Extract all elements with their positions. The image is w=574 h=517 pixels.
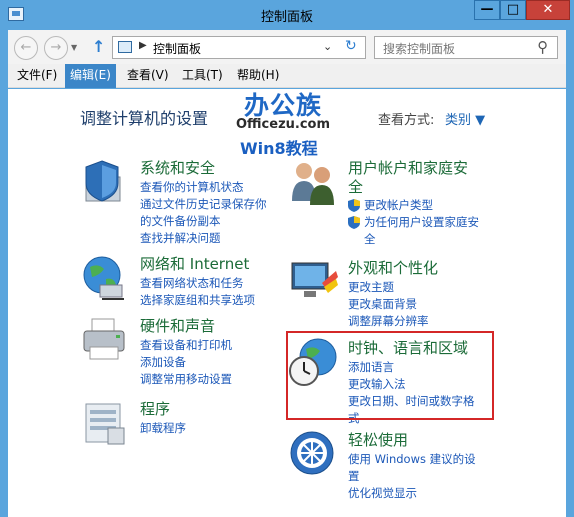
link-devices-printers[interactable]: 查看设备和打印机 (140, 337, 232, 354)
link-view-computer-status[interactable]: 查看你的计算机状态 (140, 179, 267, 196)
forward-button[interactable]: → (44, 36, 68, 60)
highlight-box (286, 331, 494, 420)
printer-icon[interactable] (80, 315, 132, 367)
category-title[interactable]: 系统和安全 (140, 157, 215, 178)
menu-view[interactable]: 查看(V) (122, 64, 174, 88)
back-button[interactable]: ← (14, 36, 38, 60)
programs-icon[interactable] (80, 398, 132, 450)
menu-edit[interactable]: 编辑(E) (65, 64, 116, 88)
link-add-device[interactable]: 添加设备 (140, 354, 232, 371)
watermark-domain: Officezu.com (236, 117, 331, 132)
up-arrow-icon: ↑ (92, 37, 106, 56)
category-title[interactable]: 轻松使用 (348, 429, 408, 450)
page-title: 调整计算机的设置 (80, 109, 209, 128)
menu-file[interactable]: 文件(F) (12, 64, 62, 88)
link-windows-recommended-settings[interactable]: 使用 Windows 建议的设 (348, 451, 476, 468)
address-bar[interactable]: ▶ 控制面板 ⌄ ↻ (112, 36, 366, 59)
search-input[interactable]: 搜索控制面板 ⚲ (374, 36, 558, 59)
users-icon[interactable] (288, 157, 340, 209)
link-windows-recommended-settings-wrap[interactable]: 置 (348, 468, 476, 485)
link-change-account-type[interactable]: 更改帐户类型 (348, 197, 479, 214)
link-network-status[interactable]: 查看网络状态和任务 (140, 275, 255, 292)
category-title[interactable]: 硬件和声音 (140, 315, 215, 336)
view-by-label: 查看方式: (378, 113, 435, 128)
link-mobility-settings[interactable]: 调整常用移动设置 (140, 371, 232, 388)
link-screen-resolution[interactable]: 调整屏幕分辨率 (348, 313, 429, 330)
content-area: 调整计算机的设置 查看方式: 类别 ▼ 办公族 Officezu.com Win… (8, 89, 566, 517)
link-troubleshoot[interactable]: 查找并解决问题 (140, 230, 267, 247)
control-panel-icon (118, 41, 132, 53)
up-button[interactable]: ↑ (92, 37, 105, 56)
search-icon[interactable]: ⚲ (537, 38, 548, 56)
view-by-dropdown[interactable]: 类别 ▼ (445, 109, 485, 128)
link-desktop-background[interactable]: 更改桌面背景 (348, 296, 429, 313)
menu-tools[interactable]: 工具(T) (177, 64, 228, 88)
recent-locations-dropdown[interactable]: ▼ (71, 43, 77, 52)
uac-shield-icon (348, 199, 360, 212)
link-homegroup-sharing[interactable]: 选择家庭组和共享选项 (140, 292, 255, 309)
breadcrumb-control-panel[interactable]: 控制面板 (153, 40, 201, 57)
watermark-tag: Win8教程 (240, 139, 318, 158)
category-title-wrap[interactable]: 全 (348, 176, 363, 197)
breadcrumb-chevron-icon[interactable]: ▶ (139, 40, 147, 51)
link-family-safety[interactable]: 为任何用户设置家庭安 (348, 214, 479, 231)
category-title[interactable]: 用户帐户和家庭安 (348, 157, 468, 178)
title-bar: 控制面板 — □ ✕ (0, 0, 574, 30)
back-arrow-icon: ← (20, 40, 32, 55)
minimize-button[interactable]: — (474, 0, 500, 20)
link-uninstall-program[interactable]: 卸载程序 (140, 420, 186, 437)
link-label: 为任何用户设置家庭安 (364, 215, 479, 229)
globe-network-icon[interactable] (80, 253, 132, 305)
ease-of-access-icon[interactable] (288, 429, 340, 481)
maximize-button[interactable]: □ (500, 0, 526, 20)
close-button[interactable]: ✕ (526, 0, 570, 20)
refresh-icon[interactable]: ↻ (345, 38, 357, 54)
control-panel-window: 控制面板 — □ ✕ ← → ▼ ↑ ▶ 控制面板 ⌄ ↻ 搜索控制面板 ⚲ 文… (0, 0, 574, 517)
forward-arrow-icon: → (50, 40, 62, 55)
uac-shield-icon (348, 216, 360, 229)
link-file-history-line1[interactable]: 通过文件历史记录保存你 (140, 196, 267, 213)
link-change-theme[interactable]: 更改主题 (348, 279, 429, 296)
search-placeholder: 搜索控制面板 (383, 42, 456, 56)
watermark-logo: 办公族 Officezu.com Win8教程 (236, 86, 346, 158)
link-label: 更改帐户类型 (364, 198, 433, 212)
link-family-safety-wrap[interactable]: 全 (348, 231, 479, 248)
category-title[interactable]: 程序 (140, 398, 170, 419)
category-title[interactable]: 网络和 Internet (140, 253, 249, 274)
navigation-bar: ← → ▼ ↑ ▶ 控制面板 ⌄ ↻ 搜索控制面板 ⚲ (8, 30, 566, 64)
category-title[interactable]: 外观和个性化 (348, 257, 438, 278)
link-optimize-visual-display[interactable]: 优化视觉显示 (348, 485, 476, 502)
menu-bar: 文件(F) 编辑(E) 查看(V) 工具(T) 帮助(H) (8, 64, 566, 88)
menu-help[interactable]: 帮助(H) (232, 64, 284, 88)
monitor-icon[interactable] (288, 257, 340, 309)
address-dropdown-icon[interactable]: ⌄ (323, 40, 332, 53)
link-file-history-line2[interactable]: 的文件备份副本 (140, 213, 267, 230)
shield-icon[interactable] (80, 157, 132, 209)
